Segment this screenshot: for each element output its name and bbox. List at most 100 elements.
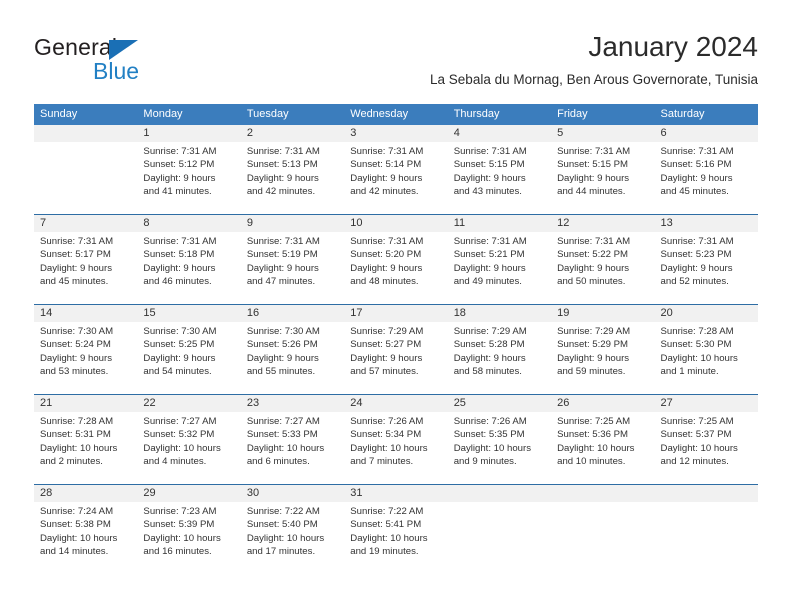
day-number[interactable]: 3 [344, 125, 447, 142]
day-detail-line: Daylight: 9 hours [246, 262, 319, 274]
day-number[interactable]: 15 [137, 305, 240, 322]
day-detail-row: Sunrise: 7:28 AM Sunset: 5:31 PM Daylight:… [34, 412, 758, 484]
day-number[interactable]: 19 [551, 305, 654, 322]
day-detail-line: Sunrise: 7:30 AM [143, 326, 217, 337]
day-number[interactable]: 20 [655, 305, 758, 322]
day-detail-line: Sunrise: 7:31 AM [660, 236, 734, 247]
day-detail-line: and 45 minutes. [660, 185, 729, 197]
day-number-empty [34, 125, 137, 142]
day-number[interactable]: 11 [448, 215, 551, 232]
day-detail-line: Sunset: 5:25 PM [143, 339, 215, 351]
day-number[interactable]: 1 [137, 125, 240, 142]
weekday-header-monday: Monday [143, 108, 183, 120]
day-detail-line: Sunset: 5:15 PM [557, 159, 629, 171]
day-detail: Sunrise: 7:29 AM Sunset: 5:28 PM Daylight:… [448, 322, 551, 394]
day-number-row: 28 29 30 31 [34, 485, 758, 502]
calendar-week-row: 1 2 3 4 5 6 Sunrise: 7:31 AM Sunset: 5:12 PM Day… [34, 125, 758, 214]
day-detail-line: Sunrise: 7:31 AM [453, 236, 527, 247]
day-number-empty [655, 485, 758, 502]
weekday-header-sunday: Sunday [40, 108, 78, 120]
day-detail-line: Daylight: 10 hours [660, 352, 738, 364]
title-block: January 2024 La Sebala du Mornag, Ben Ar… [430, 30, 758, 88]
page-title: January 2024 [588, 31, 758, 62]
day-detail-line: and 14 minutes. [40, 545, 109, 557]
day-detail-line: Sunset: 5:23 PM [660, 249, 732, 261]
day-detail-line: Sunrise: 7:28 AM [40, 416, 114, 427]
day-detail-line: Daylight: 10 hours [143, 532, 221, 544]
day-number-row: 21 22 23 24 25 26 27 [34, 395, 758, 412]
day-detail-line: Sunrise: 7:27 AM [143, 416, 217, 427]
day-number[interactable]: 23 [241, 395, 344, 412]
day-number[interactable]: 25 [448, 395, 551, 412]
day-detail-line: Sunset: 5:33 PM [246, 429, 318, 441]
day-detail-line: Sunset: 5:15 PM [453, 159, 525, 171]
day-detail: Sunrise: 7:28 AM Sunset: 5:30 PM Daylight:… [655, 322, 758, 394]
day-number[interactable]: 6 [655, 125, 758, 142]
day-detail-line: Daylight: 9 hours [143, 262, 216, 274]
day-detail-line: Daylight: 10 hours [557, 442, 635, 454]
day-detail-line: Sunset: 5:27 PM [350, 339, 422, 351]
day-number[interactable]: 24 [344, 395, 447, 412]
day-number[interactable]: 17 [344, 305, 447, 322]
day-number[interactable]: 10 [344, 215, 447, 232]
day-detail: Sunrise: 7:31 AM Sunset: 5:19 PM Daylight:… [241, 232, 344, 304]
day-detail: Sunrise: 7:31 AM Sunset: 5:20 PM Daylight:… [344, 232, 447, 304]
day-number[interactable]: 31 [344, 485, 447, 502]
day-detail-line: and 16 minutes. [143, 545, 212, 557]
day-detail-line: Sunrise: 7:31 AM [40, 236, 114, 247]
day-detail-line: and 48 minutes. [350, 275, 419, 287]
day-number[interactable]: 4 [448, 125, 551, 142]
day-detail-line: and 55 minutes. [246, 365, 316, 377]
day-detail: Sunrise: 7:31 AM Sunset: 5:21 PM Daylight:… [448, 232, 551, 304]
day-detail-line: Sunrise: 7:31 AM [453, 146, 527, 157]
day-detail-line: Sunset: 5:39 PM [143, 519, 215, 531]
day-detail-line: Sunrise: 7:29 AM [453, 326, 527, 337]
day-number[interactable]: 29 [137, 485, 240, 502]
day-detail-line: and 53 minutes. [40, 365, 109, 377]
weekday-header-row: Sunday Monday Tuesday Wednesday Thursday Frid… [34, 104, 758, 125]
day-number[interactable]: 30 [241, 485, 344, 502]
day-detail-line: Daylight: 9 hours [453, 352, 526, 364]
day-detail-line: Daylight: 9 hours [246, 352, 319, 364]
day-number[interactable]: 18 [448, 305, 551, 322]
day-number[interactable]: 13 [655, 215, 758, 232]
day-number[interactable]: 27 [655, 395, 758, 412]
day-detail-line: Sunset: 5:29 PM [557, 339, 629, 351]
day-number[interactable]: 14 [34, 305, 137, 322]
logo-text-general: General [34, 34, 118, 60]
day-detail-line: Sunrise: 7:26 AM [350, 416, 424, 427]
day-detail-line: Sunrise: 7:28 AM [660, 326, 734, 337]
day-detail-empty [551, 502, 654, 574]
day-detail-line: Sunset: 5:12 PM [143, 159, 215, 171]
day-number[interactable]: 22 [137, 395, 240, 412]
day-detail-line: Sunset: 5:30 PM [660, 339, 732, 351]
day-detail-line: Sunrise: 7:23 AM [143, 506, 217, 517]
day-detail-line: Sunset: 5:16 PM [660, 159, 732, 171]
day-detail-line: Sunrise: 7:24 AM [40, 506, 114, 517]
day-number[interactable]: 26 [551, 395, 654, 412]
day-number[interactable]: 28 [34, 485, 137, 502]
day-detail: Sunrise: 7:31 AM Sunset: 5:17 PM Daylight:… [34, 232, 137, 304]
day-number[interactable]: 21 [34, 395, 137, 412]
day-number[interactable]: 2 [241, 125, 344, 142]
day-number[interactable]: 16 [241, 305, 344, 322]
day-detail-line: and 12 minutes. [660, 455, 729, 467]
day-number[interactable]: 12 [551, 215, 654, 232]
day-detail-line: Sunset: 5:37 PM [660, 429, 732, 441]
day-detail-line: Sunset: 5:34 PM [350, 429, 422, 441]
day-detail-row: Sunrise: 7:30 AM Sunset: 5:24 PM Daylight:… [34, 322, 758, 394]
day-detail: Sunrise: 7:30 AM Sunset: 5:24 PM Daylight:… [34, 322, 137, 394]
calendar-week-row: 14 15 16 17 18 19 20 Sunrise: 7:30 AM Sunset: 5:… [34, 304, 758, 394]
day-detail: Sunrise: 7:29 AM Sunset: 5:27 PM Daylight:… [344, 322, 447, 394]
day-number[interactable]: 9 [241, 215, 344, 232]
day-number[interactable]: 8 [137, 215, 240, 232]
day-detail-line: Daylight: 9 hours [143, 172, 216, 184]
day-number[interactable]: 5 [551, 125, 654, 142]
day-detail-line: and 46 minutes. [143, 275, 212, 287]
day-detail-line: Sunset: 5:41 PM [350, 519, 422, 531]
day-detail-line: Sunset: 5:20 PM [350, 249, 422, 261]
day-detail-line: Sunrise: 7:31 AM [350, 146, 424, 157]
day-detail: Sunrise: 7:22 AM Sunset: 5:40 PM Daylight:… [241, 502, 344, 574]
day-number[interactable]: 7 [34, 215, 137, 232]
day-detail-line: and 59 minutes. [557, 365, 626, 377]
